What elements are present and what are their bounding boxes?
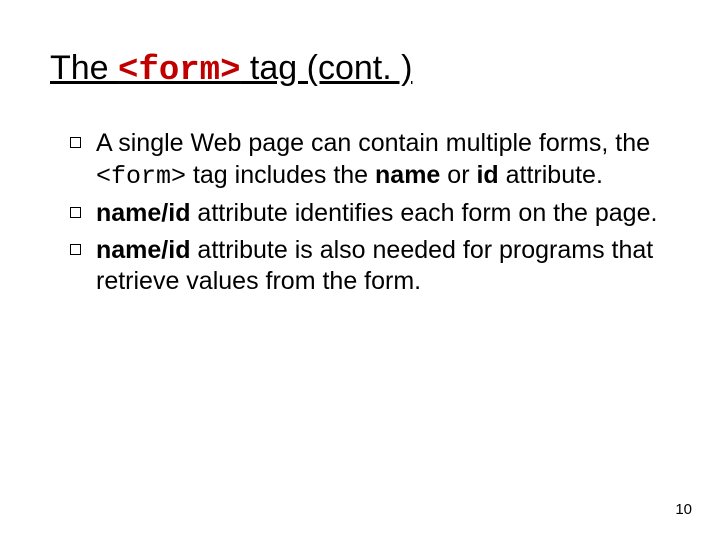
title-code: <form> — [118, 52, 240, 90]
title-post: tag (cont. ) — [240, 49, 412, 87]
list-item: name/id attribute is also needed for pro… — [70, 235, 680, 298]
text: attribute identifies each form on the pa… — [190, 199, 657, 227]
list-item: A single Web page can contain multiple f… — [70, 128, 680, 192]
slide-title: The <form> tag (cont. ) — [50, 50, 680, 90]
bold-text: name — [375, 161, 440, 189]
page-number: 10 — [675, 501, 692, 518]
bold-text: id — [476, 161, 498, 189]
bullet-list: A single Web page can contain multiple f… — [50, 128, 680, 297]
bold-text: name/id — [96, 199, 190, 227]
inline-code: <form> — [96, 162, 186, 191]
list-item: name/id attribute identifies each form o… — [70, 198, 680, 229]
text: attribute. — [499, 161, 603, 189]
bold-text: name/id — [96, 236, 190, 264]
text: or — [440, 161, 476, 189]
text: A single Web page can contain multiple f… — [96, 129, 650, 157]
text: tag includes the — [186, 161, 375, 189]
title-pre: The — [50, 49, 118, 87]
